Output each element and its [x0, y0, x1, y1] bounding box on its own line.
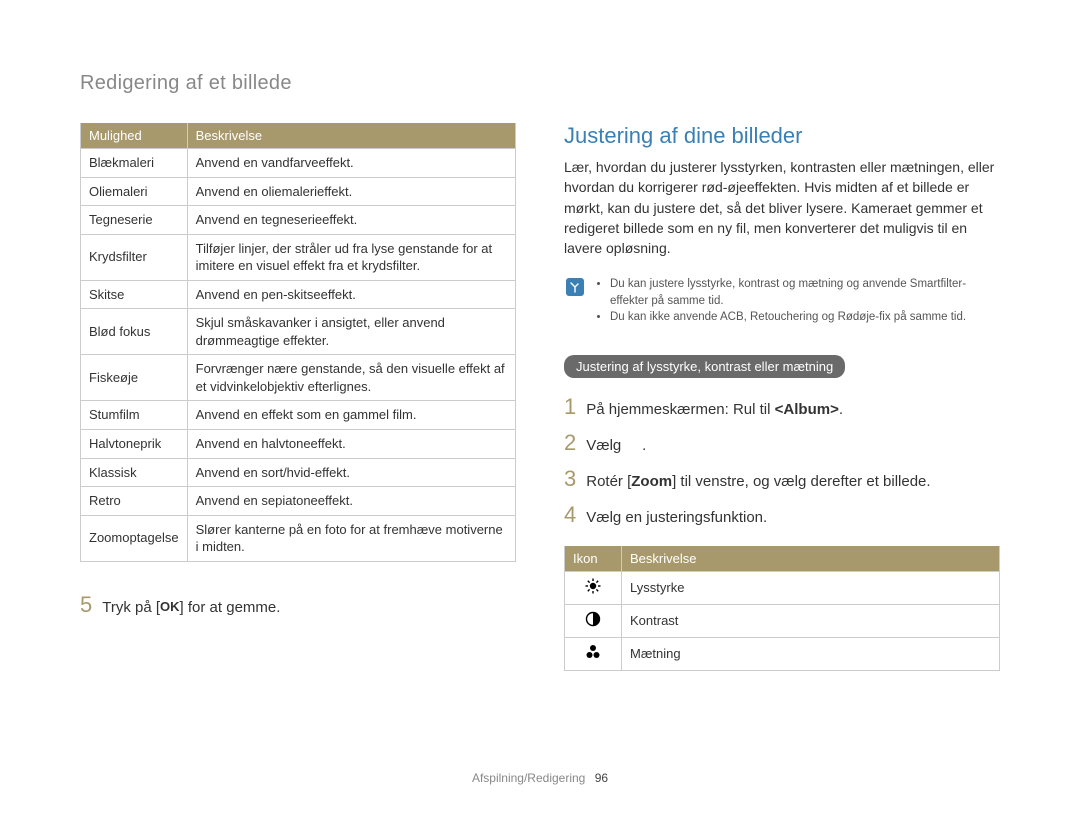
table-row: HalvtoneprikAnvend en halvtoneeffekt.: [81, 430, 516, 459]
zoom-label: Zoom: [631, 473, 672, 490]
table-row: BlækmaleriAnvend en vandfarveeffekt.: [81, 149, 516, 178]
table-row: ZoomoptagelseSlører kanterne på en foto …: [81, 515, 516, 561]
saturation-icon: [565, 637, 622, 670]
step-3: 3 Rotér [Zoom] til venstre, og vælg dere…: [564, 466, 1000, 492]
step-5-text-before: Tryk på [: [102, 599, 160, 616]
brightness-icon: [565, 571, 622, 604]
step-number-4: 4: [564, 502, 576, 528]
option-desc: Anvend en tegneserieeffekt.: [187, 206, 515, 235]
step-4-text: Vælg en justeringsfunktion.: [586, 509, 767, 526]
page-footer: Afspilning/Redigering 96: [0, 771, 1080, 785]
option-desc: Anvend en halvtoneeffekt.: [187, 430, 515, 459]
page-title: Redigering af et billede: [80, 72, 1000, 95]
option-name: Zoomoptagelse: [81, 515, 188, 561]
steps-list: 1 På hjemmeskærmen: Rul til <Album>. 2 V…: [564, 394, 1000, 528]
options-tbody: BlækmaleriAnvend en vandfarveeffekt.Olie…: [81, 149, 516, 562]
step-3-text-a: Rotér [: [586, 473, 631, 490]
footer-section: Afspilning/Redigering: [472, 771, 585, 785]
left-column: Mulighed Beskrivelse BlækmaleriAnvend en…: [80, 123, 516, 671]
table-row: Kontrast: [565, 604, 1000, 637]
option-name: Tegneserie: [81, 206, 188, 235]
step-number-3: 3: [564, 466, 576, 492]
step-5-text: Tryk på [OK] for at gemme.: [102, 599, 280, 616]
option-desc: Anvend en vandfarveeffekt.: [187, 149, 515, 178]
option-name: Fiskeøje: [81, 355, 188, 401]
page: Redigering af et billede Mulighed Beskri…: [0, 0, 1080, 815]
option-desc: Slører kanterne på en foto for at fremhæ…: [187, 515, 515, 561]
footer-page-number: 96: [595, 771, 608, 785]
option-name: Skitse: [81, 280, 188, 309]
table-row: OliemaleriAnvend en oliemalerieffekt.: [81, 177, 516, 206]
option-desc: Anvend en sepiatoneeffekt.: [187, 487, 515, 516]
step-number-1: 1: [564, 394, 576, 420]
step-2-text: Vælg .: [586, 437, 646, 454]
step-1: 1 På hjemmeskærmen: Rul til <Album>.: [564, 394, 1000, 420]
option-desc: Skjul småskavanker i ansigtet, eller anv…: [187, 309, 515, 355]
table-row: KlassiskAnvend en sort/hvid-effekt.: [81, 458, 516, 487]
option-name: Oliemaleri: [81, 177, 188, 206]
option-name: Krydsfilter: [81, 234, 188, 280]
step-3-text: Rotér [Zoom] til venstre, og vælg dereft…: [586, 473, 930, 490]
option-name: Blød fokus: [81, 309, 188, 355]
option-desc: Anvend en effekt som en gammel film.: [187, 401, 515, 430]
table-row: Mætning: [565, 637, 1000, 670]
intro-paragraph: Lær, hvordan du justerer lysstyrken, kon…: [564, 157, 1000, 258]
options-header-desc: Beskrivelse: [187, 123, 515, 149]
table-row: SkitseAnvend en pen-skitseeffekt.: [81, 280, 516, 309]
note-item: Du kan ikke anvende ACB, Retouchering og…: [610, 309, 994, 325]
step-1-text: På hjemmeskærmen: Rul til <Album>.: [586, 401, 843, 418]
icon-desc: Kontrast: [622, 604, 1000, 637]
icon-header-desc: Beskrivelse: [622, 546, 1000, 572]
table-row: Blød fokusSkjul småskavanker i ansigtet,…: [81, 309, 516, 355]
table-row: KrydsfilterTilføjer linjer, der stråler …: [81, 234, 516, 280]
option-desc: Tilføjer linjer, der stråler ud fra lyse…: [187, 234, 515, 280]
step-4: 4 Vælg en justeringsfunktion.: [564, 502, 1000, 528]
step-5: 5 Tryk på [OK] for at gemme.: [80, 592, 516, 618]
option-name: Retro: [81, 487, 188, 516]
step-1-text-c: .: [839, 401, 843, 418]
table-row: Lysstyrke: [565, 571, 1000, 604]
option-desc: Anvend en oliemalerieffekt.: [187, 177, 515, 206]
note-list: Du kan justere lysstyrke, kontrast og mæ…: [594, 276, 994, 324]
info-icon: [566, 278, 584, 296]
icon-desc: Mætning: [622, 637, 1000, 670]
section-heading: Justering af dine billeder: [564, 123, 1000, 149]
album-label: <Album>: [775, 401, 839, 418]
step-number-5: 5: [80, 592, 92, 618]
contrast-icon: [565, 604, 622, 637]
subheading: Justering af lysstyrke, kontrast eller m…: [564, 355, 845, 378]
icon-tbody: LysstyrkeKontrastMætning: [565, 571, 1000, 670]
table-row: StumfilmAnvend en effekt som en gammel f…: [81, 401, 516, 430]
options-table: Mulighed Beskrivelse BlækmaleriAnvend en…: [80, 123, 516, 562]
option-name: Halvtoneprik: [81, 430, 188, 459]
option-desc: Anvend en sort/hvid-effekt.: [187, 458, 515, 487]
step-5-text-after: ] for at gemme.: [180, 599, 281, 616]
step-2: 2 Vælg .: [564, 430, 1000, 456]
table-row: TegneserieAnvend en tegneserieeffekt.: [81, 206, 516, 235]
option-desc: Anvend en pen-skitseeffekt.: [187, 280, 515, 309]
icon-header-icon: Ikon: [565, 546, 622, 572]
option-name: Blækmaleri: [81, 149, 188, 178]
options-header-option: Mulighed: [81, 123, 188, 149]
ok-icon: OK: [160, 599, 180, 614]
option-name: Klassisk: [81, 458, 188, 487]
table-row: RetroAnvend en sepiatoneeffekt.: [81, 487, 516, 516]
icon-desc: Lysstyrke: [622, 571, 1000, 604]
note-item: Du kan justere lysstyrke, kontrast og mæ…: [610, 276, 994, 308]
step-2-text-b: .: [642, 437, 646, 454]
option-name: Stumfilm: [81, 401, 188, 430]
step-2-text-a: Vælg: [586, 437, 621, 454]
option-desc: Forvrænger nære genstande, så den visuel…: [187, 355, 515, 401]
columns: Mulighed Beskrivelse BlækmaleriAnvend en…: [80, 123, 1000, 671]
note-box: Du kan justere lysstyrke, kontrast og mæ…: [564, 272, 1000, 328]
step-3-text-c: ] til venstre, og vælg derefter et bille…: [672, 473, 930, 490]
step-1-text-a: På hjemmeskærmen: Rul til: [586, 401, 774, 418]
step-number-2: 2: [564, 430, 576, 456]
right-column: Justering af dine billeder Lær, hvordan …: [564, 123, 1000, 671]
table-row: FiskeøjeForvrænger nære genstande, så de…: [81, 355, 516, 401]
icon-table: Ikon Beskrivelse LysstyrkeKontrastMætnin…: [564, 546, 1000, 671]
